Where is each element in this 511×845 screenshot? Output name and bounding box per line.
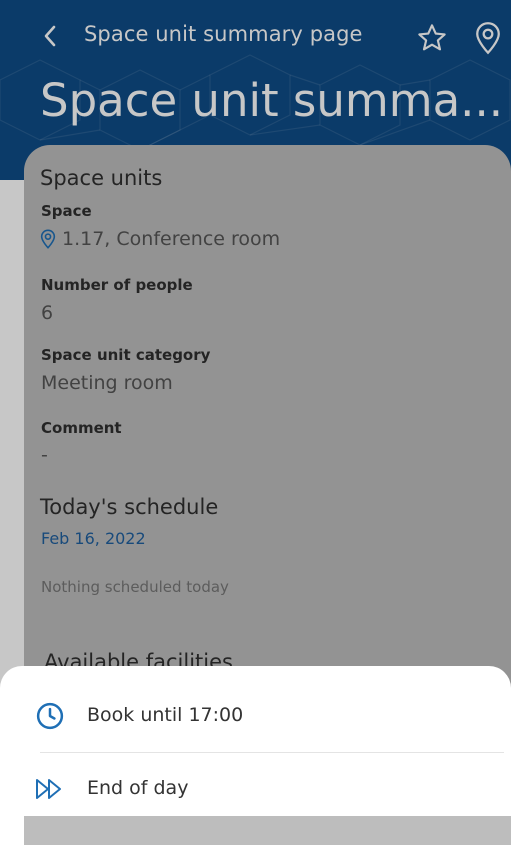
map-pin-icon	[40, 229, 56, 249]
schedule-empty-text: Nothing scheduled today	[41, 578, 229, 596]
top-app-bar: Space unit summary page	[0, 0, 511, 72]
star-icon	[418, 24, 446, 51]
space-value: 1.17, Conference room	[62, 228, 281, 250]
category-value: Meeting room	[41, 372, 173, 394]
schedule-date[interactable]: Feb 16, 2022	[41, 529, 146, 548]
nav-title: Space unit summary page	[84, 22, 363, 46]
booking-bottom-sheet: Book until 17:00 End of day	[0, 666, 511, 816]
back-button[interactable]	[30, 14, 70, 58]
people-value: 6	[41, 302, 54, 324]
clock-icon	[34, 700, 66, 732]
schedule-heading: Today's schedule	[40, 495, 219, 519]
chevron-left-icon	[44, 25, 56, 47]
map-pin-icon	[476, 22, 500, 55]
comment-value: -	[41, 444, 48, 466]
category-label: Space unit category	[41, 346, 211, 364]
favorite-button[interactable]	[412, 18, 452, 58]
end-of-day-label: End of day	[87, 777, 189, 799]
comment-label: Comment	[41, 419, 122, 437]
book-until-option[interactable]: Book until 17:00	[0, 684, 511, 748]
space-value-row[interactable]: 1.17, Conference room	[40, 228, 280, 250]
space-units-heading: Space units	[40, 166, 163, 190]
fast-forward-icon	[34, 773, 66, 805]
people-label: Number of people	[41, 276, 193, 294]
page-title: Space unit summa...	[40, 74, 500, 127]
end-of-day-option[interactable]: End of day	[0, 757, 511, 821]
option-divider	[40, 752, 504, 753]
space-label: Space	[41, 202, 92, 220]
location-button[interactable]	[468, 16, 508, 60]
book-until-label: Book until 17:00	[87, 704, 244, 726]
